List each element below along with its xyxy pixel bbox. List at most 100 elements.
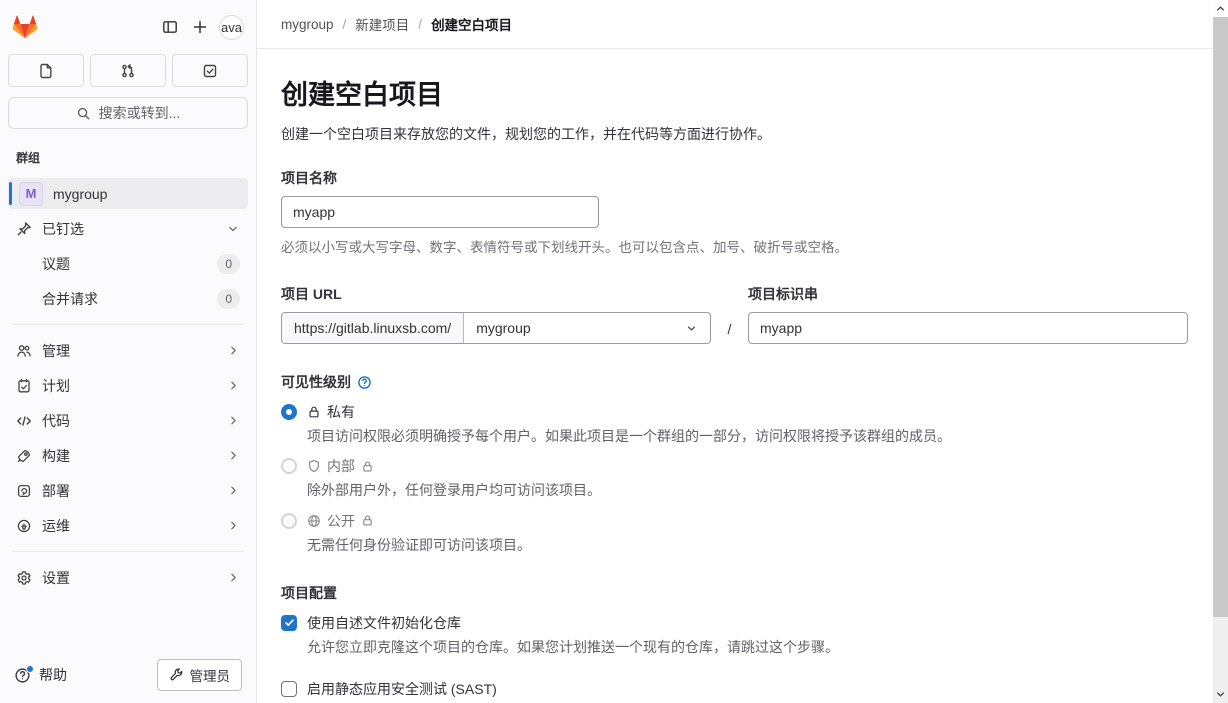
- sidebar-item-mygroup[interactable]: M mygroup: [8, 178, 248, 209]
- public-option-desc: 无需任何身份验证即可访问该项目。: [307, 536, 531, 553]
- chevron-right-icon: [227, 519, 240, 532]
- vertical-scrollbar[interactable]: [1213, 0, 1228, 703]
- visibility-option-internal: 内部 除外部用户外，任何登录用户均可访问该项目。: [281, 456, 1188, 500]
- merge-request-icon: [122, 63, 134, 77]
- lock-icon: [361, 460, 374, 473]
- group-name: mygroup: [53, 185, 108, 202]
- sidebar-item-code[interactable]: 代码: [8, 405, 248, 436]
- public-label-text: 公开: [327, 512, 355, 529]
- sidebar-item-manage[interactable]: 管理: [8, 335, 248, 366]
- shield-icon: [307, 459, 321, 473]
- url-slug-separator: /: [727, 321, 732, 337]
- chevron-right-icon: [227, 571, 240, 584]
- url-prefix: https://gitlab.linuxsb.com/: [282, 313, 465, 343]
- visibility-section-label: 可见性级别: [281, 372, 1188, 392]
- search-label: 搜索或转到...: [98, 105, 181, 121]
- sidebar-toggle-button[interactable]: [155, 12, 185, 42]
- rocket-icon: [16, 448, 32, 464]
- issues-shortcut-button[interactable]: [8, 54, 84, 87]
- readme-checkbox[interactable]: [281, 614, 297, 631]
- pin-icon: [16, 221, 32, 237]
- project-slug-input[interactable]: [748, 312, 1188, 344]
- gear-icon: [16, 570, 32, 586]
- settings-label: 设置: [42, 569, 70, 586]
- deploy-label: 部署: [42, 482, 70, 499]
- create-project-form: 创建空白项目 创建一个空白项目来存放您的文件，规划您的工作，并在代码等方面进行协…: [257, 49, 1213, 703]
- issues-label: 议题: [42, 255, 70, 272]
- issues-count-badge: 0: [217, 253, 240, 274]
- sidebar-item-plan[interactable]: 计划: [8, 370, 248, 401]
- breadcrumb-separator: /: [418, 16, 423, 32]
- shortcut-buttons: [8, 54, 248, 87]
- private-option-desc: 项目访问权限必须明确授予每个用户。如果此项目是一个群组的一部分，访问权限将授予该…: [307, 428, 951, 444]
- main-panel: mygroup / 新建项目 / 创建空白项目 创建空白项目 创建一个空白项目来…: [257, 0, 1213, 703]
- sast-option-label[interactable]: 启用静态应用安全测试 (SAST): [307, 679, 1188, 699]
- question-circle-icon[interactable]: [357, 375, 372, 390]
- visibility-option-public: 公开 无需任何身份验证即可访问该项目。: [281, 511, 1188, 555]
- gitlab-logo-icon: [12, 15, 38, 38]
- planning-icon: [16, 378, 32, 394]
- sidebar-item-operate[interactable]: 运维: [8, 510, 248, 541]
- search-button[interactable]: 搜索或转到...: [8, 97, 248, 129]
- scrollbar-thumb[interactable]: [1213, 17, 1228, 617]
- readme-option-label[interactable]: 使用自述文件初始化仓库: [307, 613, 1188, 633]
- sidebar-item-pinned[interactable]: 已钉选: [8, 213, 248, 244]
- merge-requests-shortcut-button[interactable]: [90, 54, 166, 87]
- super-sidebar: ava 搜索或转到... 群组 M mygroup 已钉选 议题 0 合并请求 …: [0, 0, 257, 703]
- page-title: 创建空白项目: [281, 80, 443, 110]
- config-section-label: 项目配置: [281, 583, 1188, 603]
- sast-checkbox[interactable]: [281, 681, 297, 698]
- plan-label: 计划: [42, 377, 70, 394]
- sidebar-item-deploy[interactable]: 部署: [8, 475, 248, 506]
- breadcrumb-item-new-project[interactable]: 新建项目: [355, 14, 409, 34]
- help-button[interactable]: 帮助: [14, 664, 67, 685]
- page-subtitle: 创建一个空白项目来存放您的文件，规划您的工作，并在代码等方面进行协作。: [281, 126, 771, 142]
- project-name-input[interactable]: [281, 196, 599, 228]
- project-name-label: 项目名称: [281, 170, 337, 186]
- sidebar-toggle-icon: [163, 21, 177, 33]
- project-slug-label: 项目标识串: [748, 286, 818, 302]
- chevron-right-icon: [227, 484, 240, 497]
- internal-label-text: 内部: [327, 458, 355, 475]
- sidebar-header: ava: [8, 8, 248, 48]
- private-option-label[interactable]: 私有: [307, 402, 1188, 422]
- sidebar-footer: 帮助 管理员: [8, 653, 248, 693]
- deploy-icon: [16, 483, 32, 499]
- config-option-readme: 使用自述文件初始化仓库 允许您立即克隆这个项目的仓库。如果您计划推送一个现有的仓…: [281, 613, 1188, 657]
- issues-icon: [40, 63, 52, 78]
- readme-option-desc: 允许您立即克隆这个项目的仓库。如果您计划推送一个现有的仓库，请跳过这个步骤。: [307, 638, 839, 655]
- help-icon: [14, 664, 34, 684]
- sidebar-item-merge-requests[interactable]: 合并请求 0: [8, 283, 248, 314]
- sidebar-item-issues[interactable]: 议题 0: [8, 248, 248, 279]
- plus-icon: [193, 20, 207, 34]
- users-icon: [16, 343, 32, 359]
- visibility-option-private: 私有 项目访问权限必须明确授予每个用户。如果此项目是一个群组的一部分，访问权限将…: [281, 402, 1188, 446]
- namespace-select[interactable]: mygroup: [464, 313, 710, 343]
- breadcrumb-item-mygroup[interactable]: mygroup: [281, 17, 334, 32]
- operate-icon: [16, 518, 32, 534]
- internal-option-label: 内部: [307, 456, 1188, 476]
- merge-requests-count-badge: 0: [217, 288, 240, 309]
- create-new-button[interactable]: [185, 12, 215, 42]
- sidebar-item-settings[interactable]: 设置: [8, 562, 248, 593]
- chevron-down-icon: [226, 222, 240, 236]
- sidebar-item-build[interactable]: 构建: [8, 440, 248, 471]
- scroll-up-arrow-icon[interactable]: [1213, 0, 1228, 17]
- code-label: 代码: [42, 412, 70, 429]
- config-label-text: 项目配置: [281, 584, 337, 601]
- chevron-down-icon: [685, 322, 698, 335]
- user-avatar[interactable]: ava: [219, 14, 244, 40]
- sidebar-section-label: 群组: [16, 151, 41, 165]
- todos-shortcut-button[interactable]: [172, 54, 248, 87]
- scroll-down-arrow-icon[interactable]: [1213, 686, 1228, 703]
- private-radio[interactable]: [281, 404, 297, 420]
- project-url-group: https://gitlab.linuxsb.com/ mygroup: [281, 312, 711, 344]
- private-label-text: 私有: [327, 404, 355, 420]
- namespace-selected-value: mygroup: [476, 320, 531, 336]
- admin-label: 管理员: [189, 669, 231, 684]
- operate-label: 运维: [42, 517, 70, 534]
- visibility-label-text: 可见性级别: [281, 374, 351, 390]
- public-radio: [281, 512, 297, 529]
- admin-area-button[interactable]: 管理员: [156, 659, 242, 691]
- globe-icon: [307, 514, 321, 528]
